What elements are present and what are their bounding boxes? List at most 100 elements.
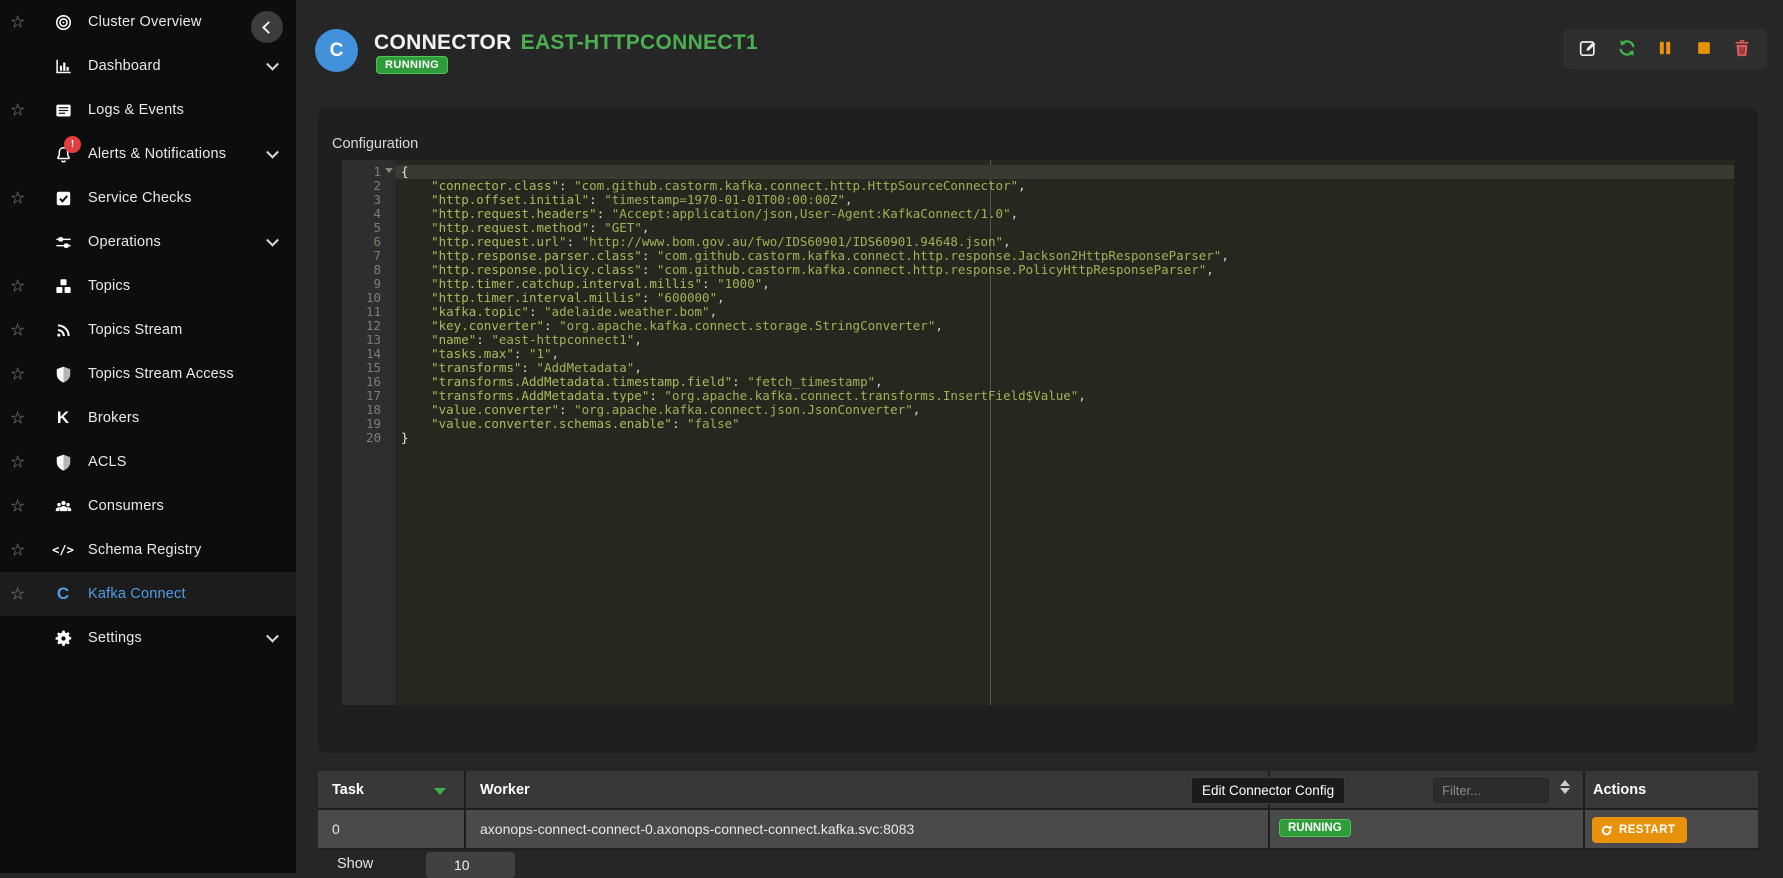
line-number: 1: [342, 165, 395, 179]
line-number: 20: [342, 431, 395, 445]
favorite-star-icon[interactable]: ☆: [10, 586, 25, 603]
sidebar-item-label: Logs & Events: [88, 102, 184, 118]
sidebar-item-label: Cluster Overview: [88, 14, 202, 30]
favorite-star-icon[interactable]: ☆: [10, 322, 25, 339]
code-icon: </>: [50, 537, 76, 563]
code-line-8: "http.response.policy.class": "com.githu…: [395, 263, 1734, 277]
sidebar-item-settings[interactable]: Settings: [0, 616, 296, 660]
line-number: 15: [342, 361, 395, 375]
code-line-7: "http.response.parser.class": "com.githu…: [395, 249, 1734, 263]
sidebar: ☆ Cluster Overview Dashboard ☆ Logs & Events…: [0, 0, 296, 873]
refresh-connector-button[interactable]: [1613, 35, 1641, 63]
pause-connector-button[interactable]: [1651, 35, 1679, 63]
bullseye-icon: [50, 9, 76, 35]
sort-toggle-icon[interactable]: [1560, 780, 1570, 794]
sidebar-item-dashboard[interactable]: Dashboard: [0, 44, 296, 88]
status-filter-input[interactable]: [1433, 778, 1549, 803]
letter-k-icon: K: [50, 405, 76, 431]
code-line-2: "connector.class": "com.github.castorm.k…: [395, 179, 1734, 193]
config-code-editor[interactable]: 1234567891011121314151617181920 { "conne…: [342, 160, 1734, 705]
sidebar-item-service-checks[interactable]: ☆Service Checks: [0, 176, 296, 220]
sidebar-item-alerts-and-notifications[interactable]: !Alerts & Notifications: [0, 132, 296, 176]
sidebar-item-logs-and-events[interactable]: ☆ Logs & Events: [0, 88, 296, 132]
chevron-down-icon: [266, 630, 279, 643]
page-size-select[interactable]: 10: [426, 852, 515, 878]
code-line-12: "key.converter": "org.apache.kafka.conne…: [395, 319, 1734, 333]
shield-icon: [50, 449, 76, 475]
sidebar-item-consumers[interactable]: ☆ Consumers: [0, 484, 296, 528]
sidebar-item-topics[interactable]: ☆ Topics: [0, 264, 296, 308]
favorite-star-icon[interactable]: ☆: [10, 14, 25, 31]
chevron-left-icon: [262, 21, 275, 34]
logs-icon: [50, 97, 76, 123]
favorite-star-icon[interactable]: ☆: [10, 542, 25, 559]
favorite-star-icon[interactable]: ☆: [10, 102, 25, 119]
stop-connector-button[interactable]: [1690, 35, 1718, 63]
sidebar-item-label: Schema Registry: [88, 542, 201, 558]
task-row: 0 axonops-connect-connect-0.axonops-conn…: [318, 810, 1758, 850]
sidebar-item-operations[interactable]: Operations: [0, 220, 296, 264]
code-line-13: "name": "east-httpconnect1",: [395, 333, 1734, 347]
edit-connector-tooltip: Edit Connector Config: [1191, 777, 1345, 804]
sidebar-item-kafka-connect[interactable]: ☆CKafka Connect: [0, 572, 296, 616]
code-line-5: "http.request.method": "GET",: [395, 221, 1734, 235]
code-line-14: "tasks.max": "1",: [395, 347, 1734, 361]
refresh-icon: [1617, 38, 1637, 61]
favorite-star-icon[interactable]: ☆: [10, 190, 25, 207]
shield-icon: [50, 361, 76, 387]
sidebar-item-label: Consumers: [88, 498, 164, 514]
sidebar-item-label: Settings: [88, 630, 142, 646]
editor-line-number-gutter: 1234567891011121314151617181920: [342, 160, 395, 705]
connector-status-badge: RUNNING: [376, 56, 448, 74]
sidebar-item-label: Brokers: [88, 410, 139, 426]
worker-column-header[interactable]: Worker: [466, 771, 1270, 810]
cubes-icon: [50, 273, 76, 299]
actions-column-label: Actions: [1593, 782, 1646, 798]
configuration-panel: Configuration 12345678910111213141516171…: [318, 108, 1758, 753]
sidebar-item-label: Topics Stream Access: [88, 366, 234, 382]
line-number: 14: [342, 347, 395, 361]
actions-cell: RESTART: [1585, 810, 1758, 850]
line-number: 8: [342, 263, 395, 277]
trash-icon: [1732, 38, 1752, 61]
favorite-star-icon[interactable]: ☆: [10, 410, 25, 427]
sidebar-item-topics-stream-access[interactable]: ☆ Topics Stream Access: [0, 352, 296, 396]
sidebar-item-brokers[interactable]: ☆ K Brokers: [0, 396, 296, 440]
favorite-star-icon[interactable]: ☆: [10, 278, 25, 295]
worker-column-label: Worker: [480, 782, 530, 798]
sidebar-item-topics-stream[interactable]: ☆Topics Stream: [0, 308, 296, 352]
code-line-9: "http.timer.catchup.interval.millis": "1…: [395, 277, 1734, 291]
sidebar-item-label: Alerts & Notifications: [88, 146, 226, 162]
edit-connector-button[interactable]: [1574, 35, 1602, 63]
pencil-square-icon: [1578, 38, 1598, 61]
task-id-cell: 0: [318, 810, 466, 850]
actions-column-header: Actions: [1585, 771, 1758, 810]
line-number: 7: [342, 249, 395, 263]
line-number: 11: [342, 305, 395, 319]
line-number: 18: [342, 403, 395, 417]
sidebar-items: ☆ Cluster Overview Dashboard ☆ Logs & Events…: [0, 0, 296, 660]
users-icon: [50, 493, 76, 519]
tasks-table-header: Task Worker Actions: [318, 771, 1758, 810]
code-line-19: "value.converter.schemas.enable": "false…: [395, 417, 1734, 431]
fold-caret-icon[interactable]: [385, 168, 393, 173]
sidebar-item-label: Topics: [88, 278, 130, 294]
restart-label: RESTART: [1619, 824, 1675, 836]
favorite-star-icon[interactable]: ☆: [10, 366, 25, 383]
sidebar-item-acls[interactable]: ☆ACLS: [0, 440, 296, 484]
gear-icon: [50, 625, 76, 651]
line-number: 6: [342, 235, 395, 249]
code-line-6: "http.request.url": "http://www.bom.gov.…: [395, 235, 1734, 249]
restart-task-button[interactable]: RESTART: [1592, 817, 1687, 843]
code-line-10: "http.timer.interval.millis": "600000",: [395, 291, 1734, 305]
favorite-star-icon[interactable]: ☆: [10, 454, 25, 471]
sidebar-item-schema-registry[interactable]: ☆ </> Schema Registry: [0, 528, 296, 572]
chevron-down-icon: [266, 146, 279, 159]
sort-descending-icon[interactable]: [434, 788, 446, 795]
editor-code-area[interactable]: { "connector.class": "com.github.castorm…: [395, 160, 1734, 705]
task-status-badge: RUNNING: [1279, 819, 1351, 837]
task-column-header[interactable]: Task: [318, 771, 466, 810]
delete-connector-button[interactable]: [1728, 35, 1756, 63]
favorite-star-icon[interactable]: ☆: [10, 498, 25, 515]
sidebar-collapse-button[interactable]: [251, 11, 283, 43]
